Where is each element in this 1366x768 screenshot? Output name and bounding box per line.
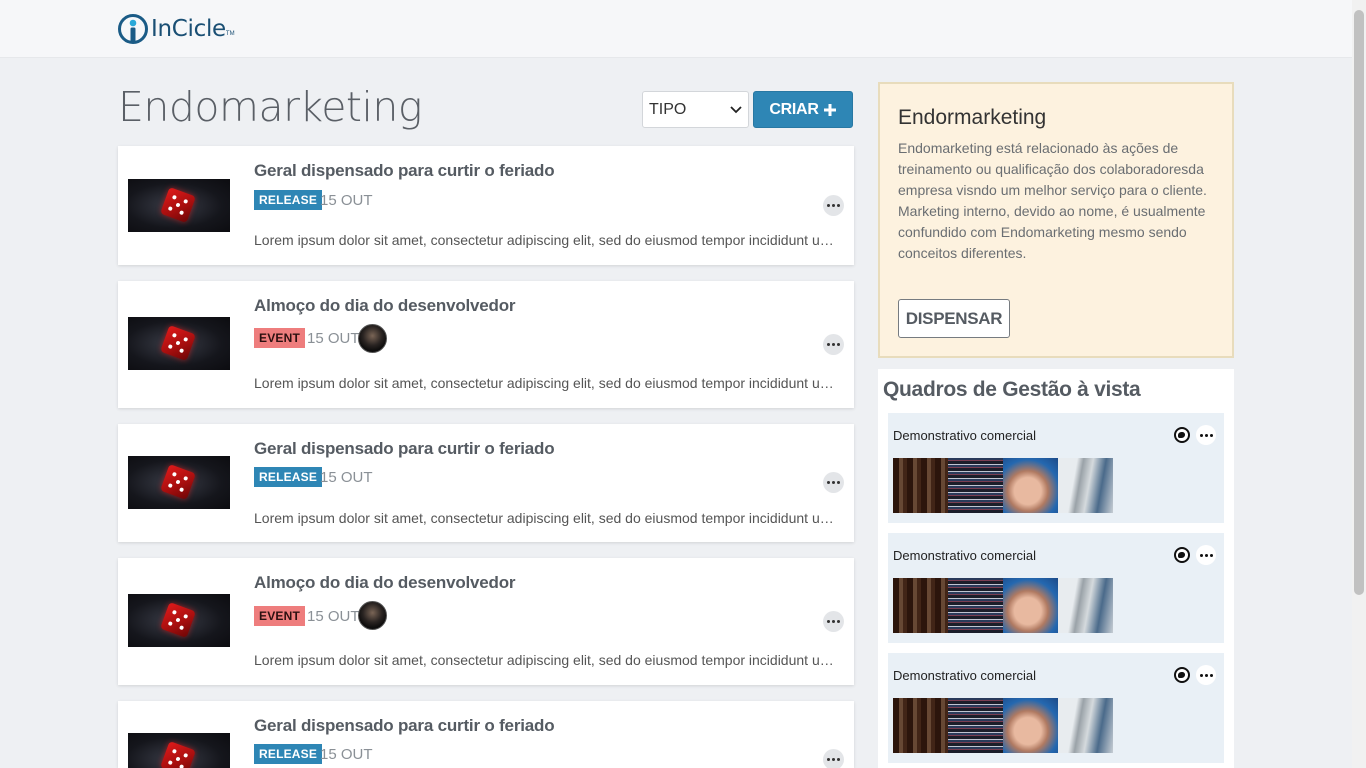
board-image-strip (893, 458, 1113, 513)
boards-title: Quadros de Gestão à vista (883, 378, 1141, 401)
feed-card[interactable]: Almoço do dia do desenvolvedor EVENT 15 … (118, 558, 854, 685)
board-name[interactable]: Demonstrativo comercial (893, 428, 1036, 443)
feed-excerpt: Lorem ipsum dolor sit amet, consectetur … (254, 510, 834, 526)
info-description: Endomarketing está relacionado às ações … (898, 140, 1207, 261)
globe-icon[interactable] (1174, 667, 1190, 683)
incicle-logo[interactable]: InCicle TM (117, 13, 235, 45)
feed-excerpt: Lorem ipsum dolor sit amet, consectetur … (254, 232, 834, 248)
board-image (893, 578, 948, 633)
author-avatar[interactable] (358, 324, 387, 353)
feed-thumbnail (128, 179, 230, 232)
feed-date: 15 OUT (307, 330, 360, 347)
type-select[interactable]: TIPO (642, 91, 749, 128)
board-image (893, 698, 948, 753)
create-button[interactable]: CRIAR (753, 91, 853, 128)
type-select-value: TIPO (649, 100, 687, 118)
board-image (1003, 458, 1058, 513)
feed-card[interactable]: Geral dispensado para curtir o feriado R… (118, 701, 854, 768)
chevron-down-icon (730, 105, 742, 113)
feed-thumbnail (128, 594, 230, 647)
info-title: Endormarketing (898, 106, 1047, 129)
feed-card[interactable]: Geral dispensado para curtir o feriado R… (118, 424, 854, 542)
board-more-button[interactable] (1196, 425, 1216, 445)
more-options-button[interactable] (823, 472, 844, 493)
more-options-button[interactable] (823, 749, 844, 768)
feed-date: 15 OUT (307, 608, 360, 625)
board-more-button[interactable] (1196, 545, 1216, 565)
board-card[interactable]: Demonstrativo comercial (888, 413, 1224, 523)
scrollbar-thumb[interactable] (1354, 10, 1364, 595)
dismiss-button[interactable]: DISPENSAR (898, 299, 1010, 338)
board-image (948, 578, 1003, 633)
board-image (1003, 698, 1058, 753)
more-options-button[interactable] (823, 611, 844, 632)
feed-excerpt: Lorem ipsum dolor sit amet, consectetur … (254, 652, 834, 668)
board-image (1058, 698, 1113, 753)
event-badge: EVENT (254, 328, 306, 348)
top-bar: InCicle TM (0, 0, 1352, 58)
more-options-button[interactable] (823, 334, 844, 355)
board-more-button[interactable] (1196, 665, 1216, 685)
board-card[interactable]: Demonstrativo comercial (888, 653, 1224, 763)
feed-card[interactable]: Geral dispensado para curtir o feriado R… (118, 146, 854, 265)
feed-title[interactable]: Geral dispensado para curtir o feriado (254, 439, 555, 459)
logo-text: InCicle (151, 16, 226, 42)
author-avatar[interactable] (358, 601, 387, 630)
board-image (948, 698, 1003, 753)
board-image-strip (893, 578, 1113, 633)
globe-icon[interactable] (1174, 427, 1190, 443)
globe-icon[interactable] (1174, 547, 1190, 563)
more-options-button[interactable] (823, 195, 844, 216)
feed-thumbnail (128, 733, 230, 768)
feed-title[interactable]: Geral dispensado para curtir o feriado (254, 161, 555, 181)
board-image (1058, 458, 1113, 513)
info-panel: Endormarketing Endomarketing está relaci… (878, 82, 1234, 358)
board-card[interactable]: Demonstrativo comercial (888, 533, 1224, 643)
release-badge: RELEASE (254, 190, 323, 210)
logo-trademark: TM (225, 31, 235, 37)
release-badge: RELEASE (254, 744, 323, 764)
board-image (1058, 578, 1113, 633)
board-name[interactable]: Demonstrativo comercial (893, 548, 1036, 563)
feed-title[interactable]: Almoço do dia do desenvolvedor (254, 296, 516, 316)
board-image (893, 458, 948, 513)
feed-title[interactable]: Almoço do dia do desenvolvedor (254, 573, 516, 593)
board-image (1003, 578, 1058, 633)
feed-date: 15 OUT (320, 746, 373, 763)
feed-date: 15 OUT (320, 192, 373, 209)
feed-thumbnail (128, 317, 230, 370)
create-button-label: CRIAR (769, 100, 819, 118)
board-name[interactable]: Demonstrativo comercial (893, 668, 1036, 683)
feed-excerpt: Lorem ipsum dolor sit amet, consectetur … (254, 375, 834, 391)
page-title: Endomarketing (118, 83, 422, 131)
feed-title[interactable]: Geral dispensado para curtir o feriado (254, 716, 555, 736)
board-image (948, 458, 1003, 513)
feed-date: 15 OUT (320, 469, 373, 486)
page-scrollbar[interactable] (1352, 0, 1366, 768)
release-badge: RELEASE (254, 467, 323, 487)
event-badge: EVENT (254, 606, 306, 626)
incicle-logo-icon (118, 14, 148, 44)
feed-card[interactable]: Almoço do dia do desenvolvedor EVENT 15 … (118, 281, 854, 408)
feed-thumbnail (128, 456, 230, 509)
plus-icon (823, 103, 836, 116)
boards-panel: Quadros de Gestão à vista Demonstrativo … (878, 369, 1234, 768)
board-image-strip (893, 698, 1113, 753)
